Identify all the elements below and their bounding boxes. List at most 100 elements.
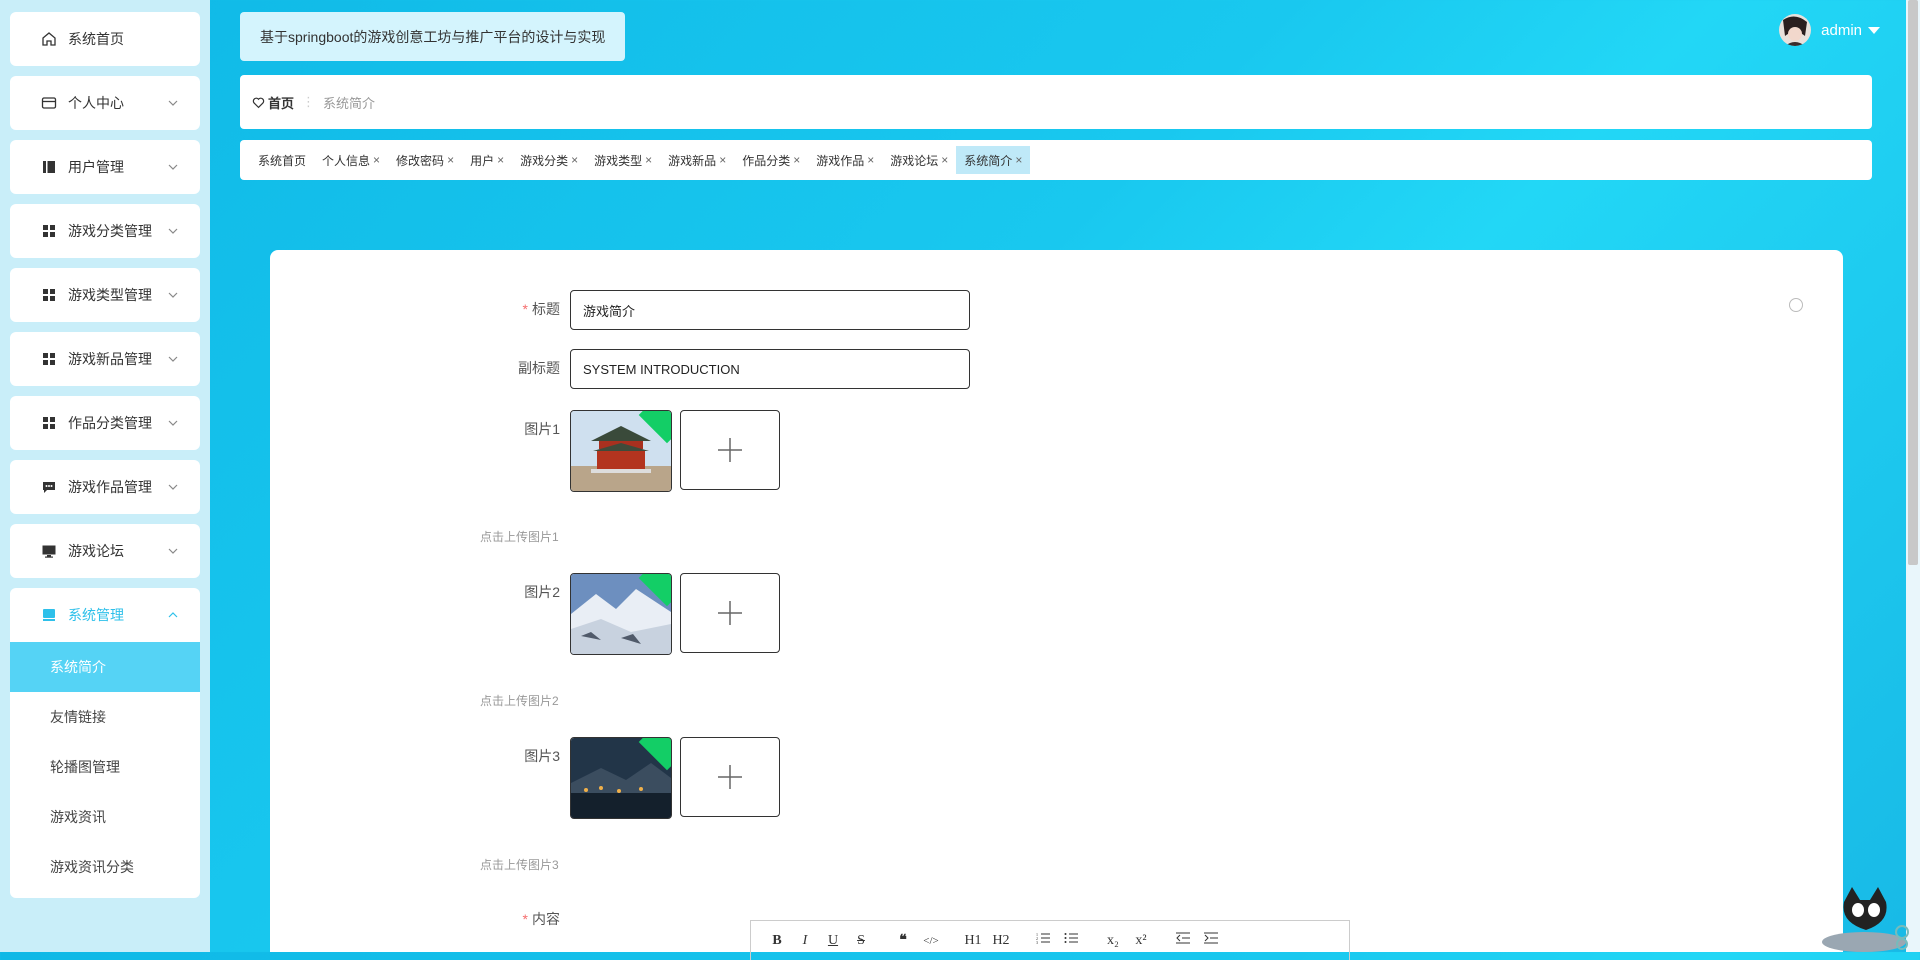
close-icon[interactable]: ×: [497, 153, 504, 167]
pic1-hint: 点击上传图片1: [480, 530, 559, 544]
sidebar-item-game-new[interactable]: 游戏新品管理: [10, 332, 200, 386]
chevron-down-icon: [168, 548, 178, 554]
italic-button[interactable]: I: [791, 933, 819, 949]
sidebar-item-game-type[interactable]: 游戏类型管理: [10, 268, 200, 322]
sidebar-item-game-works[interactable]: 游戏作品管理: [10, 460, 200, 514]
chevron-down-icon: [168, 420, 178, 426]
pic2-row: 图片2: [430, 573, 780, 655]
tag-label: 系统首页: [258, 153, 307, 168]
close-icon[interactable]: ×: [793, 153, 800, 167]
pic1-upload-button[interactable]: [680, 410, 780, 490]
superscript-button[interactable]: x²: [1127, 933, 1155, 949]
breadcrumb-home[interactable]: 首页: [252, 93, 294, 112]
sidebar-item-users[interactable]: 用户管理: [10, 140, 200, 194]
tag-label: 游戏作品: [816, 153, 865, 168]
chevron-down-icon: [168, 292, 178, 298]
pic1-thumbnail[interactable]: [570, 410, 672, 492]
tag-label: 游戏分类: [520, 153, 569, 168]
scrollbar-thumb[interactable]: [1908, 0, 1918, 565]
sidebar-item-profile[interactable]: 个人中心: [10, 76, 200, 130]
close-icon[interactable]: ×: [719, 153, 726, 167]
close-icon[interactable]: ×: [373, 153, 380, 167]
tag-work-category[interactable]: 作品分类 ×: [734, 146, 808, 174]
chevron-down-icon: [168, 164, 178, 170]
grid-icon: [40, 222, 58, 240]
sidebar-item-forum[interactable]: 游戏论坛: [10, 524, 200, 578]
tag-forum[interactable]: 游戏论坛 ×: [882, 146, 956, 174]
chevron-down-icon: [168, 356, 178, 362]
code-block-button[interactable]: </>: [917, 935, 945, 947]
pic2-thumbnail[interactable]: [570, 573, 672, 655]
ordered-list-button[interactable]: 123: [1029, 932, 1057, 949]
page-scrollbar[interactable]: [1906, 0, 1920, 952]
sidebar-item-label: 游戏新品管理: [68, 351, 152, 367]
tag-profile[interactable]: 个人信息 ×: [314, 146, 388, 174]
chevron-up-icon: [168, 612, 178, 618]
bold-button[interactable]: B: [763, 933, 791, 949]
bullet-list-button[interactable]: [1057, 932, 1085, 949]
sidebar-item-label: 游戏类型管理: [68, 287, 152, 303]
submenu-item-friend-links[interactable]: 友情链接: [10, 692, 200, 742]
close-icon[interactable]: ×: [941, 153, 948, 167]
breadcrumb: 首页 ⋮ 系统简介: [240, 75, 1872, 129]
underline-button[interactable]: U: [819, 933, 847, 949]
sidebar: 系统首页 个人中心 用户管理 游戏分类管理 游戏类型管理 游戏新品管理 作品分类…: [10, 12, 200, 898]
header2-button[interactable]: H2: [987, 933, 1015, 949]
pic3-upload-button[interactable]: [680, 737, 780, 817]
tag-label: 游戏论坛: [890, 153, 939, 168]
submenu-item-carousel[interactable]: 轮播图管理: [10, 742, 200, 792]
title-row: * 标题: [430, 290, 970, 330]
header1-button[interactable]: H1: [959, 933, 987, 949]
tag-game-type[interactable]: 游戏类型 ×: [586, 146, 660, 174]
submenu-item-game-news-category[interactable]: 游戏资讯分类: [10, 842, 200, 892]
close-icon[interactable]: ×: [571, 153, 578, 167]
username: admin: [1821, 21, 1862, 39]
submenu-item-game-news[interactable]: 游戏资讯: [10, 792, 200, 842]
subtitle-row: 副标题: [430, 349, 970, 389]
close-icon[interactable]: ×: [645, 153, 652, 167]
pic3-hint: 点击上传图片3: [480, 858, 559, 872]
indent-button[interactable]: [1197, 932, 1225, 949]
strike-button[interactable]: S: [847, 933, 875, 949]
tag-label: 系统简介: [964, 153, 1013, 168]
chevron-down-icon: [168, 484, 178, 490]
blockquote-button[interactable]: ❝: [889, 932, 917, 949]
pic3-thumbnail[interactable]: [570, 737, 672, 819]
required-mark: *: [522, 911, 528, 927]
sidebar-item-home[interactable]: 系统首页: [10, 12, 200, 66]
pic2-upload-button[interactable]: [680, 573, 780, 653]
subscript-button[interactable]: x₂: [1099, 933, 1127, 949]
tag-user[interactable]: 用户 ×: [462, 146, 512, 174]
sidebar-item-game-category[interactable]: 游戏分类管理: [10, 204, 200, 258]
title-input[interactable]: [570, 290, 970, 330]
tag-system-intro[interactable]: 系统简介 ×: [956, 146, 1031, 174]
tag-password[interactable]: 修改密码 ×: [388, 146, 462, 174]
outdent-button[interactable]: [1169, 932, 1197, 949]
home-icon: [40, 30, 58, 48]
close-icon[interactable]: ×: [447, 153, 454, 167]
tag-game-works[interactable]: 游戏作品 ×: [808, 146, 882, 174]
indent-icon: [1204, 932, 1218, 944]
sidebar-item-system[interactable]: 系统管理: [10, 588, 200, 642]
pic3-row: 图片3: [430, 737, 780, 819]
tag-game-new[interactable]: 游戏新品 ×: [660, 146, 734, 174]
close-icon[interactable]: ×: [867, 153, 874, 167]
subtitle-input[interactable]: [570, 349, 970, 389]
tag-game-category[interactable]: 游戏分类 ×: [512, 146, 586, 174]
bullet-list-icon: [1064, 933, 1078, 943]
title-label: * 标题: [430, 290, 570, 328]
close-circle-icon[interactable]: [1789, 298, 1803, 312]
heart-icon: [252, 97, 265, 108]
avatar: [1779, 14, 1812, 46]
tag-label: 游戏类型: [594, 153, 643, 168]
pic2-label: 图片2: [524, 584, 560, 600]
sidebar-item-label: 游戏作品管理: [68, 479, 152, 495]
tag-home[interactable]: 系统首页: [250, 146, 314, 174]
user-menu[interactable]: admin: [1779, 14, 1880, 46]
sidebar-item-work-category[interactable]: 作品分类管理: [10, 396, 200, 450]
close-icon[interactable]: ×: [1015, 153, 1022, 167]
plus-icon: [718, 601, 742, 625]
title-label-text: 标题: [532, 301, 560, 317]
grid-icon: [40, 414, 58, 432]
submenu-item-system-intro[interactable]: 系统简介: [10, 642, 200, 692]
